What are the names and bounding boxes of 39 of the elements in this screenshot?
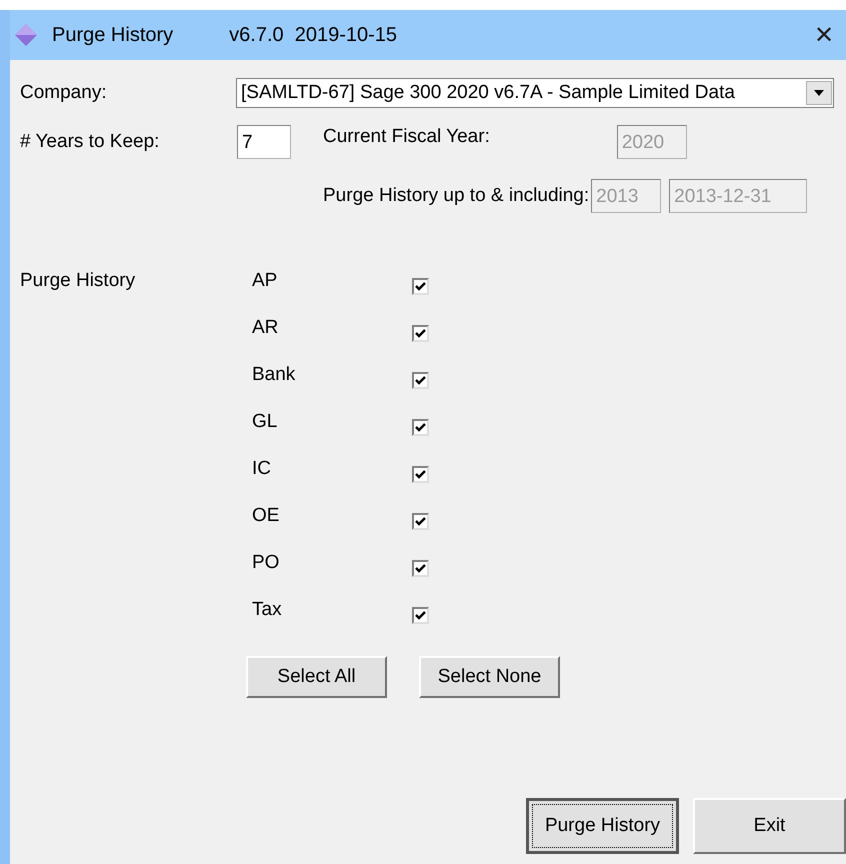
version-text: v6.7.0 2019-10-15 [229,24,398,46]
company-label: Company: [20,82,108,104]
module-label: PO [252,552,280,575]
checkmark-icon [415,423,426,432]
module-label: Tax [252,599,283,622]
checkmark-icon [415,282,426,291]
checkmark-icon [415,470,426,479]
current-fiscal-year-label: Current Fiscal Year: [323,126,490,148]
module-checkbox[interactable] [412,372,429,389]
module-checkbox[interactable] [412,325,429,342]
module-label: Bank [252,364,296,387]
select-all-button[interactable]: Select All [246,656,387,698]
checkmark-icon [415,329,426,338]
close-button[interactable]: ✕ [814,20,834,50]
module-label: IC [252,458,272,481]
purge-history-button[interactable]: Purge History [526,798,679,854]
checkmark-icon [415,376,426,385]
exit-button[interactable]: Exit [693,798,846,854]
years-to-keep-label: # Years to Keep: [20,131,160,153]
module-label: GL [252,411,278,434]
checkmark-icon [415,517,426,526]
company-dropdown[interactable]: [SAMLTD-67] Sage 300 2020 v6.7A - Sample Limited Data [236,78,834,108]
checkmark-icon [415,564,426,573]
module-label: AR [252,317,280,340]
checkmark-icon [415,611,426,620]
purge-history-label: Purge History [20,270,136,293]
module-checkbox[interactable] [412,466,429,483]
purge-up-to-label: Purge History up to & including: [323,185,590,207]
diamond-icon [14,23,38,47]
module-checkbox[interactable] [412,560,429,577]
module-label: AP [252,270,278,293]
module-checkbox[interactable] [412,607,429,624]
select-none-button[interactable]: Select None [419,656,560,698]
years-to-keep-field[interactable]: 7 [237,125,291,159]
module-checkbox[interactable] [412,419,429,436]
module-checkbox[interactable] [412,278,429,295]
module-checkbox[interactable] [412,513,429,530]
window-title: Purge History [52,24,174,46]
module-label: OE [252,505,280,528]
